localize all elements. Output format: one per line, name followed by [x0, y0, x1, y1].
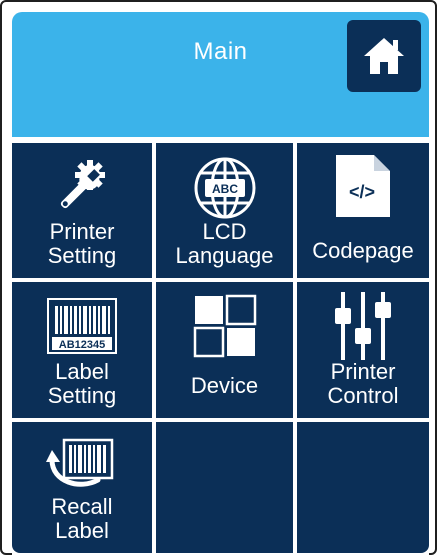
home-button[interactable]	[347, 20, 421, 92]
empty-tile	[297, 422, 429, 553]
printer-control-tile[interactable]: Printer Control	[297, 282, 429, 418]
device-frame: Main Printer Setting ABC LCD Language </…	[0, 0, 437, 557]
tile-label: Device	[190, 373, 259, 398]
recall-label-tile[interactable]: Recall Label	[12, 422, 152, 553]
tile-label: Recall Label	[51, 494, 113, 543]
device-tile[interactable]: Device	[156, 282, 293, 418]
svg-text:ABC: ABC	[212, 182, 238, 196]
printer-setting-tile[interactable]: Printer Setting	[12, 143, 152, 278]
lcd-screen: Main Printer Setting ABC LCD Language </…	[12, 12, 429, 557]
barcode-text: AB12345	[59, 339, 105, 351]
lcd-language-tile[interactable]: ABC LCD Language	[156, 143, 293, 278]
svg-text:</>: </>	[349, 182, 375, 202]
sliders-icon	[335, 292, 391, 360]
empty-tile	[156, 422, 293, 553]
barcode-label-icon: AB12345	[47, 298, 117, 354]
recall-barcode-icon	[46, 438, 114, 487]
tile-label: Label Setting	[47, 359, 117, 408]
codepage-tile[interactable]: </> Codepage	[297, 143, 429, 278]
tile-label: Printer Control	[327, 359, 399, 408]
wrench-gear-icon	[60, 160, 105, 209]
home-icon	[364, 38, 404, 74]
header-bar: Main	[12, 12, 429, 137]
device-squares-icon	[193, 294, 256, 358]
code-file-icon: </>	[336, 155, 390, 217]
globe-abc-icon: ABC	[194, 157, 255, 219]
label-setting-tile[interactable]: AB12345 Label Setting	[12, 282, 152, 418]
main-menu-grid: Printer Setting ABC LCD Language </> Cod…	[12, 143, 429, 557]
tile-label: Printer Setting	[47, 219, 117, 268]
tile-label: Codepage	[312, 238, 414, 263]
tile-label: LCD Language	[175, 219, 274, 268]
